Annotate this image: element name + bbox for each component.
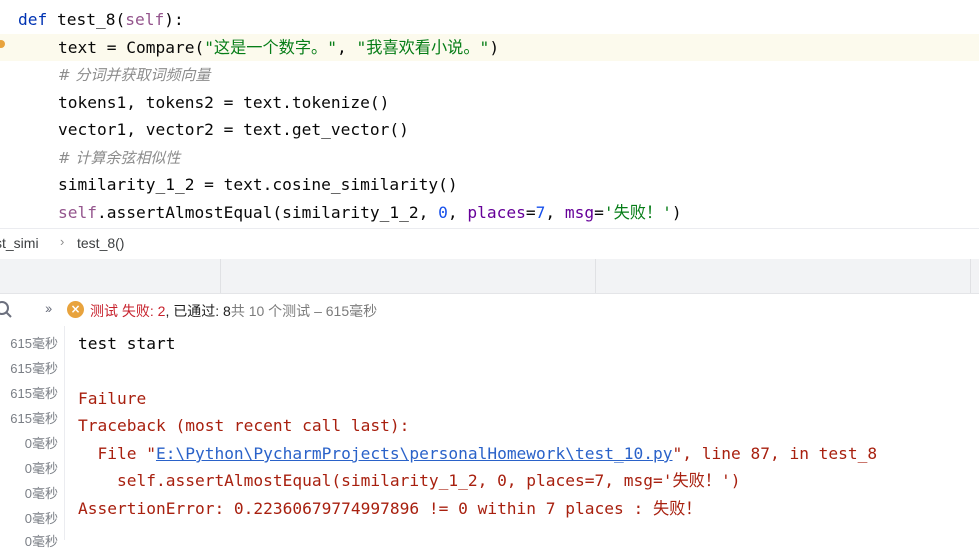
code-text: similarity_1_2 = text.cosine_similarity(… bbox=[58, 175, 458, 194]
console-line: Traceback (most recent call last): bbox=[78, 416, 410, 435]
code-line-4[interactable]: tokens1, tokens2 = text.tokenize() bbox=[0, 89, 979, 116]
number-literal: 0 bbox=[438, 203, 448, 222]
code-text: tokens1, tokens2 = text.tokenize() bbox=[58, 93, 390, 112]
string-literal: "这是一个数字。" bbox=[204, 38, 337, 57]
traceback-file-line: File "E:\Python\PycharmProjects\personal… bbox=[78, 440, 877, 467]
timing-value: 615毫秒 bbox=[10, 336, 58, 351]
warning-circle-icon: × bbox=[67, 301, 84, 318]
total-summary: 共 10 个测试 – 615毫秒 bbox=[230, 303, 378, 319]
code-line-3[interactable]: # 分词并获取词频向量 bbox=[0, 61, 979, 88]
timing-value: 0毫秒 bbox=[24, 461, 58, 476]
code-text: = bbox=[594, 203, 604, 222]
timing-column: 615毫秒 615毫秒 615毫秒 615毫秒 0毫秒 0毫秒 0毫秒 0毫秒 … bbox=[0, 326, 65, 549]
passed-count: 8 bbox=[223, 303, 231, 319]
double-chevron-right-icon[interactable]: ›› bbox=[45, 300, 52, 316]
keyword-arg: msg bbox=[564, 203, 595, 222]
code-text: , bbox=[337, 38, 357, 57]
status-prefix: 测试 bbox=[90, 303, 122, 319]
self-param: self bbox=[125, 10, 165, 29]
file-suffix: ", line 87, in test_8 bbox=[672, 444, 878, 463]
console-line: self.assertAlmostEqual(similarity_1_2, 0… bbox=[78, 471, 741, 490]
breadcrumb: st_simi › test_8() bbox=[0, 228, 979, 260]
string-literal: "我喜欢看小说。" bbox=[356, 38, 490, 57]
file-prefix: File " bbox=[78, 444, 156, 463]
code-line-5[interactable]: vector1, vector2 = text.get_vector() bbox=[0, 116, 979, 143]
code-line-2[interactable]: text = Compare("这是一个数字。", "我喜欢看小说。") bbox=[0, 34, 979, 61]
breadcrumb-separator: › bbox=[60, 234, 65, 249]
code-text: vector1, vector2 = text.get_vector() bbox=[58, 120, 409, 139]
string-literal: '失败！' bbox=[603, 203, 672, 222]
test-console[interactable]: 615毫秒 615毫秒 615毫秒 615毫秒 0毫秒 0毫秒 0毫秒 0毫秒 … bbox=[0, 326, 979, 549]
paren-close: ): bbox=[164, 10, 184, 29]
code-line-7[interactable]: similarity_1_2 = text.cosine_similarity(… bbox=[0, 171, 979, 198]
code-line-6[interactable]: # 计算余弦相似性 bbox=[0, 144, 979, 171]
passed-label: , 已通过: bbox=[165, 303, 224, 319]
function-name: test_8 bbox=[57, 10, 116, 29]
paren-open: ( bbox=[115, 10, 126, 29]
code-comment: # 分词并获取词频向量 bbox=[58, 66, 211, 84]
splitter-divider bbox=[595, 259, 596, 293]
breadcrumb-class[interactable]: st_simi bbox=[0, 235, 39, 251]
assertion-error-line: AssertionError: 0.22360679774997896 != 0… bbox=[78, 499, 702, 518]
code-text: ) bbox=[489, 38, 500, 57]
code-text: , bbox=[447, 203, 468, 222]
timing-value: 615毫秒 bbox=[10, 361, 58, 376]
panel-splitter[interactable] bbox=[0, 259, 979, 294]
code-text: .assertAlmostEqual(similarity_1_2, bbox=[96, 203, 439, 222]
console-line: Failure bbox=[78, 389, 147, 408]
splitter-divider bbox=[220, 259, 221, 293]
code-line-8[interactable]: self.assertAlmostEqual(similarity_1_2, 0… bbox=[0, 199, 979, 226]
timing-value: 0毫秒 bbox=[24, 534, 58, 549]
code-line-1[interactable]: def test_8(self): bbox=[0, 6, 979, 33]
timing-value: 0毫秒 bbox=[24, 511, 58, 526]
file-path-link[interactable]: E:\Python\PycharmProjects\personalHomewo… bbox=[156, 444, 673, 463]
search-icon[interactable] bbox=[0, 300, 14, 320]
self-keyword: self bbox=[58, 203, 97, 222]
warning-bulb-icon[interactable] bbox=[0, 40, 5, 48]
keyword-arg: places bbox=[467, 203, 526, 222]
code-text: = bbox=[525, 203, 536, 222]
timing-value: 0毫秒 bbox=[24, 436, 58, 451]
breadcrumb-method[interactable]: test_8() bbox=[77, 235, 124, 251]
def-keyword: def bbox=[18, 10, 48, 29]
code-text: ) bbox=[671, 203, 682, 222]
test-run-toolbar: ›› × 测试 失败: 2, 已通过: 8共 10 个测试 – 615毫秒 bbox=[0, 294, 979, 326]
failed-count: 失败: 2 bbox=[121, 303, 166, 319]
test-status-summary: 测试 失败: 2, 已通过: 8共 10 个测试 – 615毫秒 bbox=[90, 301, 377, 321]
number-literal: 7 bbox=[535, 203, 546, 222]
code-editor[interactable]: def test_8(self): text = Compare("这是一个数字… bbox=[0, 0, 979, 228]
timing-value: 615毫秒 bbox=[10, 411, 58, 426]
code-text: text = Compare( bbox=[58, 38, 205, 57]
console-line: test start bbox=[78, 334, 176, 353]
splitter-divider bbox=[970, 259, 971, 293]
code-comment: # 计算余弦相似性 bbox=[58, 149, 181, 167]
timing-value: 0毫秒 bbox=[24, 486, 58, 501]
code-text: , bbox=[545, 203, 565, 222]
timing-value: 615毫秒 bbox=[10, 386, 58, 401]
